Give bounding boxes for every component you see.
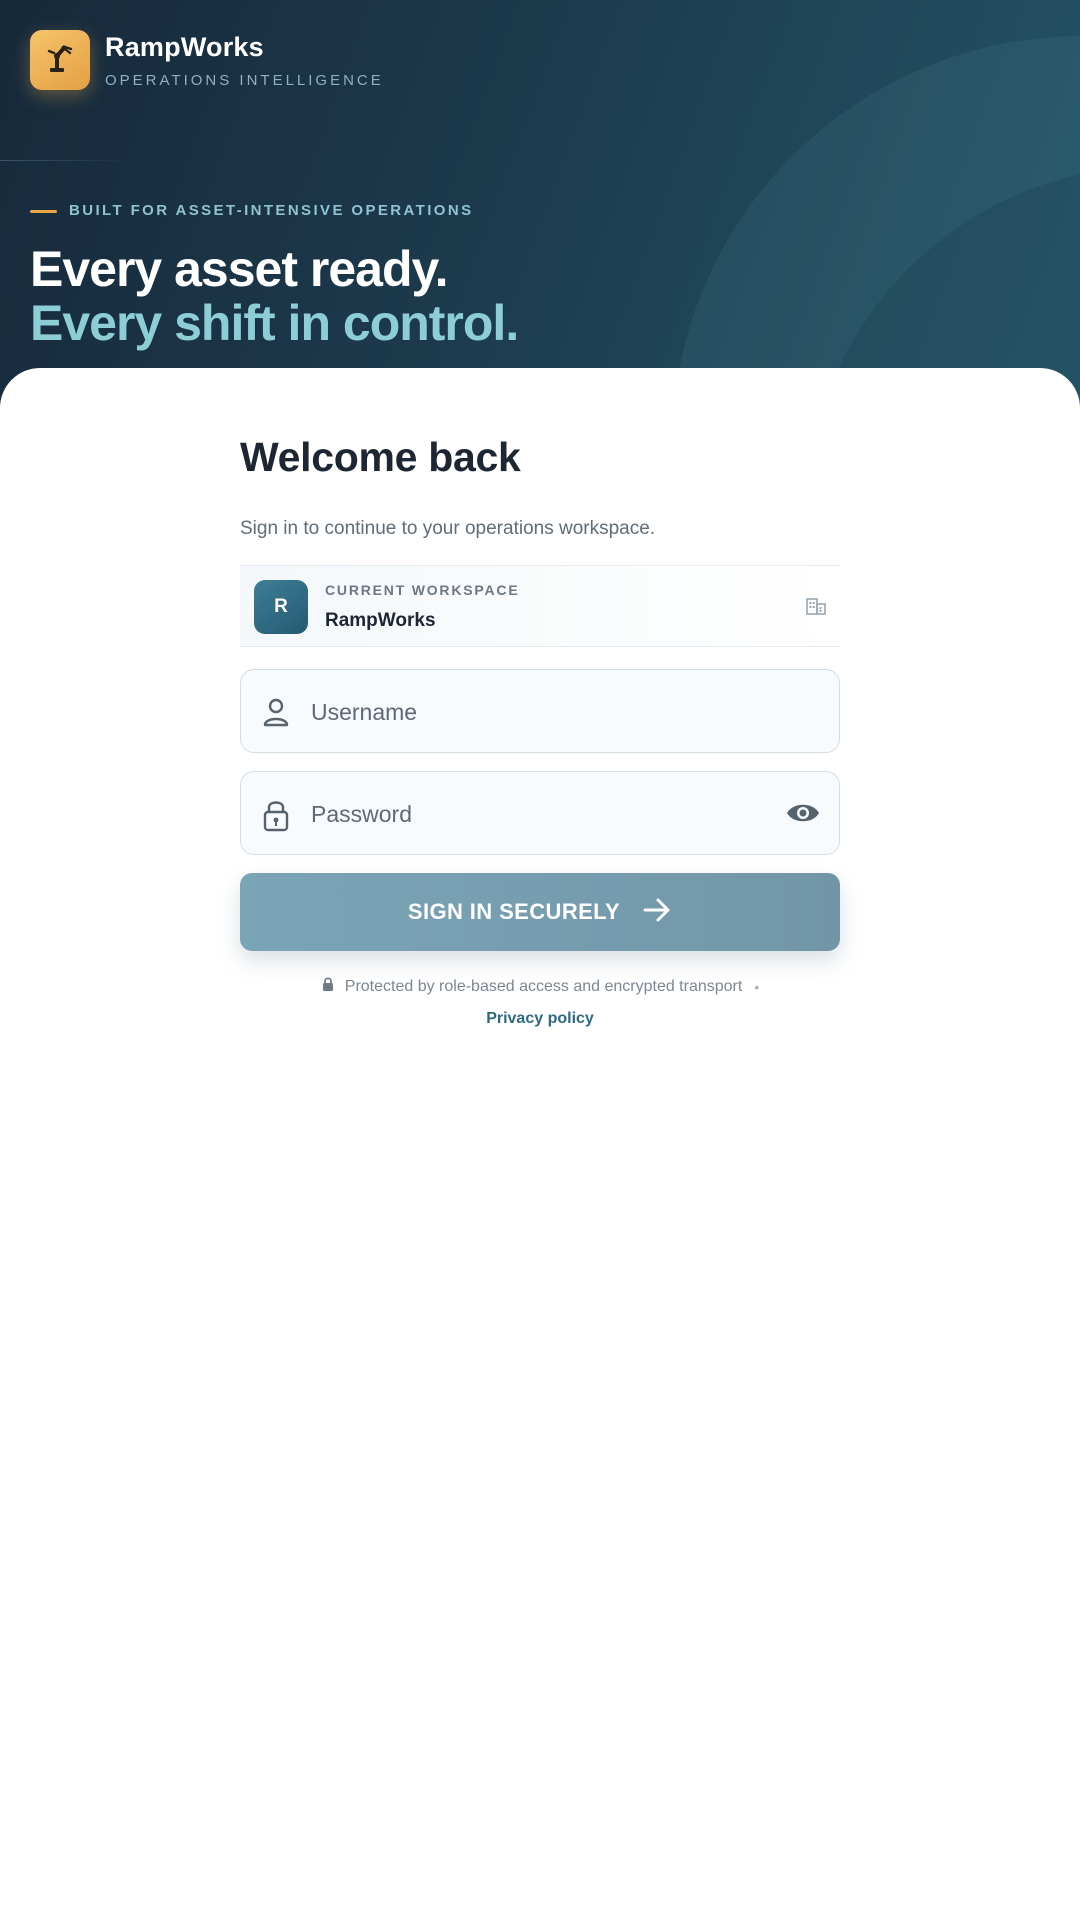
- sign-in-button-label: SIGN IN SECURELY: [407, 899, 621, 924]
- username-input[interactable]: [311, 692, 751, 732]
- building-icon: [806, 597, 826, 620]
- brand-name: RampWorks: [105, 32, 264, 62]
- hero-headline-line2: Every shift in control.: [30, 295, 519, 351]
- robot-arm-icon: [43, 41, 77, 80]
- username-field[interactable]: [240, 669, 840, 753]
- brand-tagline: OPERATIONS INTELLIGENCE: [105, 72, 384, 89]
- security-note: Protected by role-based access and encry…: [0, 976, 1080, 997]
- lock-small-icon: [321, 976, 335, 997]
- brand-logo: [30, 30, 90, 90]
- privacy-policy-link[interactable]: Privacy policy: [0, 1010, 1080, 1028]
- security-note-text: Protected by role-based access and encry…: [344, 977, 743, 995]
- workspace-avatar: R: [254, 580, 308, 634]
- eye-icon[interactable]: [785, 800, 821, 831]
- hero-banner: RampWorks OPERATIONS INTELLIGENCE BUILT …: [0, 0, 1080, 420]
- hero-eyebrow: BUILT FOR ASSET-INTENSIVE OPERATIONS: [69, 202, 474, 219]
- password-input[interactable]: [311, 794, 751, 834]
- header-divider: [0, 160, 130, 161]
- page-title: Welcome back: [240, 434, 521, 480]
- workspace-name: RampWorks: [325, 610, 436, 631]
- user-icon: [261, 696, 291, 733]
- lock-icon: [261, 798, 291, 837]
- separator-dot: •: [754, 978, 760, 995]
- workspace-selector[interactable]: R CURRENT WORKSPACE RampWorks: [240, 565, 840, 647]
- password-field[interactable]: [240, 771, 840, 855]
- sign-in-button[interactable]: SIGN IN SECURELY: [240, 873, 840, 951]
- arrow-right-icon: [642, 897, 672, 928]
- page-subtitle: Sign in to continue to your operations w…: [240, 518, 656, 539]
- hero-headline-line1: Every asset ready.: [30, 241, 448, 297]
- workspace-label: CURRENT WORKSPACE: [325, 582, 520, 598]
- eyebrow-accent-line: [30, 210, 57, 213]
